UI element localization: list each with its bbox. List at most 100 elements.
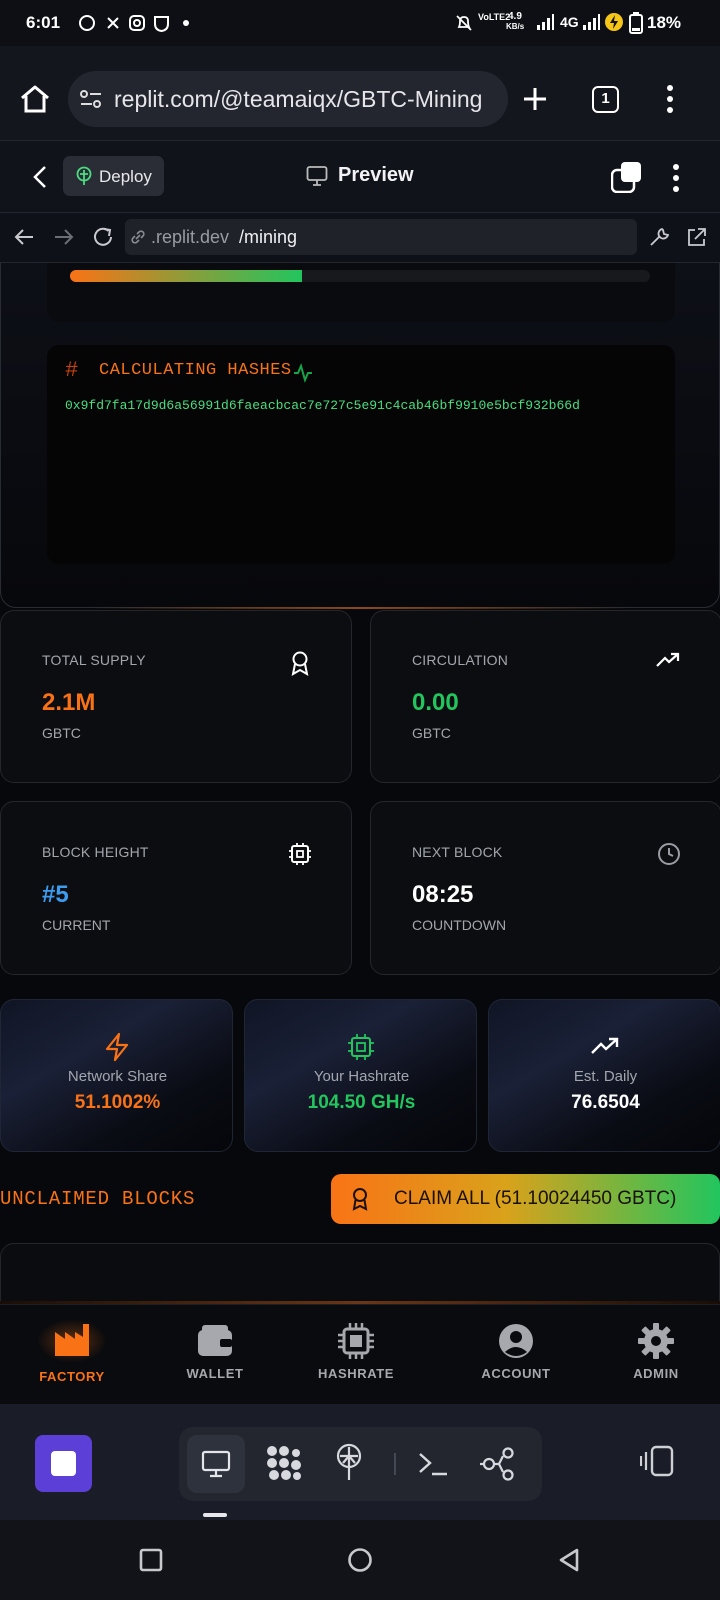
url-text[interactable]: replit.com/@teamaiqx/GBTC-Mining (114, 86, 482, 113)
network-type: 4G (560, 14, 579, 30)
tab-count-button[interactable]: 1 (592, 86, 619, 113)
tabs-icon[interactable] (611, 161, 643, 193)
gear-icon (638, 1323, 674, 1359)
tool-divider (394, 1453, 396, 1475)
network-share-value: 51.1002% (74, 1092, 161, 1113)
factory-icon-wrap (37, 1319, 107, 1363)
devtools-icon[interactable] (648, 226, 670, 248)
stop-button[interactable] (35, 1435, 92, 1492)
agent-icon[interactable] (266, 1445, 302, 1481)
deploy-label: Deploy (99, 167, 152, 186)
mining-progress-track (70, 270, 650, 282)
nav-back-icon[interactable] (13, 227, 35, 247)
clock-icon (658, 843, 680, 865)
nav-account-label: ACCOUNT (481, 1366, 551, 1381)
nav-factory[interactable]: FACTORY (22, 1319, 122, 1384)
signal-icon (537, 14, 554, 30)
tab-count: 1 (601, 90, 610, 107)
est-daily-card: Est. Daily 76.6504 (488, 999, 720, 1152)
circulation-label: CIRCULATION (412, 652, 509, 668)
panels-icon[interactable] (640, 1445, 676, 1477)
browser-menu-icon[interactable] (665, 84, 675, 114)
trending-up-icon (656, 652, 680, 667)
volte-label: VoLTE2 (478, 12, 511, 22)
total-supply-value: 2.1M (42, 689, 96, 716)
trending-up-icon-2 (591, 1037, 619, 1054)
notification-icons (79, 15, 189, 32)
status-time: 6:01 (26, 13, 61, 32)
next-block-label: NEXT BLOCK (412, 844, 503, 860)
git-icon[interactable] (479, 1447, 517, 1481)
claim-all-button[interactable]: CLAIM ALL (51.10024450 GBTC) (331, 1174, 720, 1224)
home-nav-icon[interactable] (347, 1547, 373, 1573)
nav-factory-label: FACTORY (39, 1369, 105, 1384)
deploy-button[interactable]: Deploy (63, 156, 164, 196)
replit-header: Deploy Preview (0, 140, 720, 213)
open-external-icon[interactable] (686, 226, 708, 248)
hash-icon: # (65, 358, 79, 383)
claim-award-icon (352, 1188, 368, 1211)
network-share-card: Network Share 51.1002% (0, 999, 233, 1152)
system-nav-bar (0, 1520, 720, 1600)
nav-account[interactable]: ACCOUNT (466, 1319, 566, 1381)
block-height-unit: CURRENT (42, 917, 111, 933)
claim-all-label: CLAIM ALL (51.10024450 GBTC) (394, 1188, 677, 1209)
panel-glow-divider (90, 607, 630, 609)
stop-icon (51, 1451, 76, 1476)
unclaimed-title: UNCLAIMED BLOCKS (0, 1188, 196, 1210)
back-icon[interactable] (32, 165, 48, 189)
battery-icon (629, 12, 643, 34)
next-block-card: NEXT BLOCK 08:25 COUNTDOWN (370, 801, 720, 975)
total-supply-label: TOTAL SUPPLY (42, 652, 146, 668)
hash-value: 0x9fd7fa17d9d6a56991d6faeacbcac7e727c5e9… (65, 398, 580, 413)
hash-panel: # CALCULATING HASHES 0x9fd7fa17d9d6a5699… (47, 345, 675, 564)
chip-icon (348, 1034, 374, 1060)
hashrate-chip-icon (338, 1323, 374, 1359)
replit-menu-icon[interactable] (671, 163, 681, 193)
mining-progress-fill (70, 270, 302, 282)
nav-wallet[interactable]: WALLET (165, 1319, 265, 1381)
preview-address-bar: .replit.dev /mining (0, 213, 720, 263)
back-nav-icon[interactable] (557, 1547, 581, 1573)
url-bar[interactable]: replit.com/@teamaiqx/GBTC-Mining (68, 71, 508, 127)
new-tab-icon[interactable] (522, 86, 548, 112)
hashrate-label: Your Hashrate (313, 1068, 410, 1085)
monitor-icon (201, 1450, 231, 1478)
reload-icon[interactable] (92, 226, 114, 248)
site-settings-icon[interactable] (80, 89, 102, 109)
terminal-icon[interactable] (417, 1449, 451, 1479)
nav-admin[interactable]: ADMIN (606, 1319, 706, 1381)
block-height-label: BLOCK HEIGHT (42, 844, 149, 860)
replit-toolbar (0, 1404, 720, 1520)
tool-preview[interactable] (187, 1435, 245, 1493)
wallet-icon (198, 1325, 232, 1356)
battery-saver-icon (605, 13, 623, 31)
browser-toolbar: replit.com/@teamaiqx/GBTC-Mining 1 (0, 46, 720, 140)
mining-panel: # CALCULATING HASHES 0x9fd7fa17d9d6a5699… (0, 263, 720, 608)
total-supply-unit: GBTC (42, 725, 81, 741)
app-bottom-nav: FACTORY WALLET HASHRATE ACCOUNT ADMIN (0, 1304, 720, 1404)
est-daily-label: Est. Daily (573, 1068, 638, 1085)
tool-switcher (179, 1427, 542, 1501)
progress-card (47, 263, 675, 322)
account-icon (499, 1324, 533, 1358)
nav-hashrate[interactable]: HASHRATE (306, 1319, 406, 1381)
preview-domain: .replit.dev (151, 227, 230, 247)
total-supply-card: TOTAL SUPPLY 2.1M GBTC (0, 610, 352, 783)
preview-url-field[interactable]: .replit.dev /mining (125, 219, 637, 255)
nav-forward-icon[interactable] (53, 227, 75, 247)
deploy-icon (76, 166, 92, 185)
net-speed: 4.9 (508, 11, 522, 22)
block-height-card: BLOCK HEIGHT #5 CURRENT (0, 801, 352, 975)
battery-level: 18% (647, 13, 682, 32)
cpu-icon (289, 843, 311, 865)
home-icon[interactable] (19, 84, 51, 114)
hashrate-value: 104.50 GH/s (307, 1092, 416, 1113)
preview-title: Preview (338, 164, 414, 186)
block-height-value: #5 (42, 881, 69, 908)
deploy-tool-icon[interactable] (333, 1443, 365, 1481)
net-speed-unit: KB/s (506, 22, 525, 31)
zap-icon (105, 1032, 129, 1062)
recents-icon[interactable] (139, 1548, 163, 1572)
hashrate-card: Your Hashrate 104.50 GH/s (244, 999, 477, 1152)
